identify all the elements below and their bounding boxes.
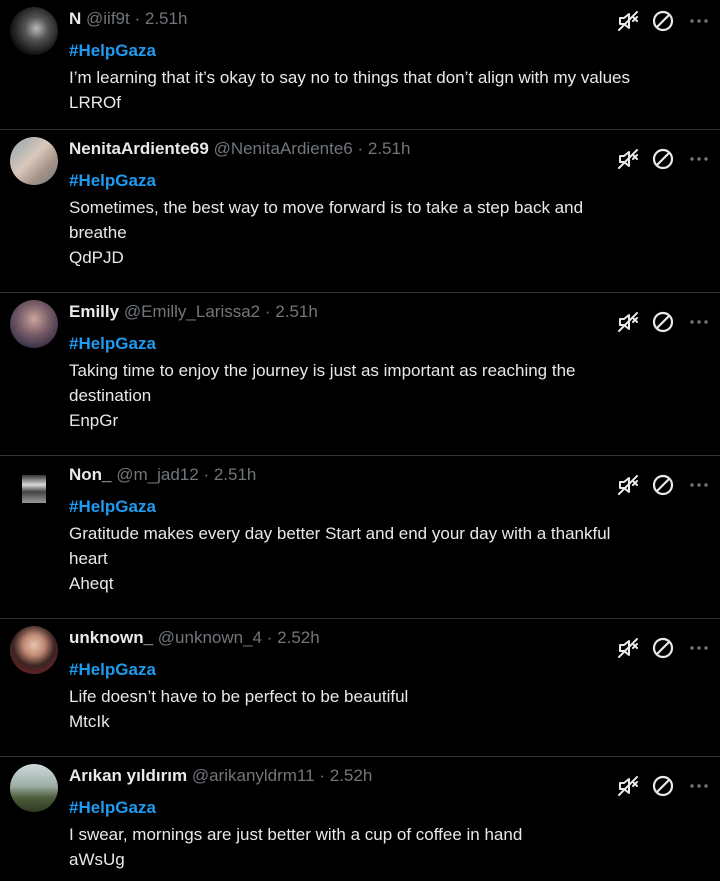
hashtag-link[interactable]: #HelpGaza (69, 797, 156, 819)
more-icon[interactable] (687, 636, 711, 660)
separator: · (266, 628, 273, 647)
post-text: I’m learning that it’s okay to say no to… (69, 65, 709, 115)
separator: · (319, 766, 326, 785)
timestamp[interactable]: 2.52h (330, 766, 373, 785)
post-text: Taking time to enjoy the journey is just… (69, 358, 709, 433)
mute-icon[interactable] (616, 473, 640, 497)
post[interactable]: Emilly @Emilly_Larissa2 · 2.51h #HelpGaz… (0, 293, 720, 456)
user-handle[interactable]: @arikanyldrm11 (192, 766, 315, 785)
post-line: Aheqt (69, 574, 114, 593)
avatar[interactable] (10, 137, 58, 185)
display-name[interactable]: Arıkan yıldırım (69, 766, 187, 785)
hashtag-link[interactable]: #HelpGaza (69, 333, 156, 355)
post-line: I’m learning that it’s okay to say no to… (69, 68, 630, 87)
post-line: destination (69, 386, 152, 405)
post-line: breathe (69, 223, 127, 242)
more-icon[interactable] (687, 310, 711, 334)
post-line: Taking time to enjoy the journey is just… (69, 361, 576, 380)
post-text: I swear, mornings are just better with a… (69, 822, 709, 872)
post-line: Gratitude makes every day better Start a… (69, 524, 611, 543)
block-icon[interactable] (651, 774, 675, 798)
timestamp[interactable]: 2.52h (277, 628, 320, 647)
mute-icon[interactable] (616, 310, 640, 334)
mute-icon[interactable] (616, 636, 640, 660)
timestamp[interactable]: 2.51h (145, 9, 188, 28)
post-line: EnpGr (69, 411, 119, 430)
hashtag-link[interactable]: #HelpGaza (69, 659, 156, 681)
mute-icon[interactable] (616, 774, 640, 798)
user-handle[interactable]: @Emilly_Larissa2 (124, 302, 260, 321)
user-handle[interactable]: @unknown_4 (158, 628, 262, 647)
post-text: Life doesn’t have to be perfect to be be… (69, 684, 709, 734)
block-icon[interactable] (651, 636, 675, 660)
separator: · (203, 465, 210, 484)
avatar[interactable] (10, 300, 58, 348)
display-name[interactable]: N (69, 9, 81, 28)
more-icon[interactable] (687, 9, 711, 33)
post-line: I swear, mornings are just better with a… (69, 825, 523, 844)
timestamp[interactable]: 2.51h (275, 302, 318, 321)
post-line: Sometimes, the best way to move forward … (69, 198, 584, 217)
timestamp[interactable]: 2.51h (368, 139, 411, 158)
display-name[interactable]: unknown_ (69, 628, 153, 647)
post[interactable]: unknown_ @unknown_4 · 2.52h #HelpGaza Li… (0, 619, 720, 757)
post-line: QdPJD (69, 248, 124, 267)
block-icon[interactable] (651, 147, 675, 171)
user-handle[interactable]: @m_jad12 (116, 465, 198, 484)
block-icon[interactable] (651, 9, 675, 33)
post[interactable]: Arıkan yıldırım @arikanyldrm11 · 2.52h #… (0, 757, 720, 881)
separator: · (264, 302, 271, 321)
more-icon[interactable] (687, 473, 711, 497)
separator: · (357, 139, 364, 158)
post[interactable]: NenitaArdiente69 @NenitaArdiente6 · 2.51… (0, 130, 720, 293)
post[interactable]: Non_ @m_jad12 · 2.51h #HelpGaza Gratitud… (0, 456, 720, 619)
avatar[interactable] (10, 7, 58, 55)
block-icon[interactable] (651, 310, 675, 334)
mute-icon[interactable] (616, 9, 640, 33)
hashtag-link[interactable]: #HelpGaza (69, 170, 156, 192)
display-name[interactable]: NenitaArdiente69 (69, 139, 209, 158)
block-icon[interactable] (651, 473, 675, 497)
hashtag-link[interactable]: #HelpGaza (69, 40, 156, 62)
avatar[interactable] (10, 764, 58, 812)
timestamp[interactable]: 2.51h (214, 465, 257, 484)
post-text: Gratitude makes every day better Start a… (69, 521, 709, 596)
mute-icon[interactable] (616, 147, 640, 171)
post[interactable]: N @iif9t · 2.51h #HelpGaza I’m learning … (0, 0, 720, 130)
avatar[interactable] (10, 626, 58, 674)
display-name[interactable]: Non_ (69, 465, 112, 484)
user-handle[interactable]: @NenitaArdiente6 (214, 139, 353, 158)
user-handle[interactable]: @iif9t (86, 9, 130, 28)
more-icon[interactable] (687, 147, 711, 171)
display-name[interactable]: Emilly (69, 302, 119, 321)
more-icon[interactable] (687, 774, 711, 798)
separator: · (134, 9, 141, 28)
post-text: Sometimes, the best way to move forward … (69, 195, 709, 270)
post-line: heart (69, 549, 108, 568)
post-line: Life doesn’t have to be perfect to be be… (69, 687, 409, 706)
post-line: LRROf (69, 93, 121, 112)
post-line: aWsUg (69, 850, 125, 869)
hashtag-link[interactable]: #HelpGaza (69, 496, 156, 518)
avatar[interactable] (10, 463, 58, 511)
post-line: MtcIk (69, 712, 110, 731)
